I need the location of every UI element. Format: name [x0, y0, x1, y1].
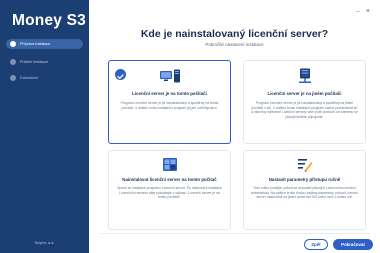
- card-description: Spustí se instalace programu Licenční se…: [117, 186, 222, 200]
- continue-button[interactable]: Pokračovat: [333, 239, 373, 250]
- page-subtitle: Pokročilé nastavení instalace: [205, 42, 264, 47]
- page-title: Kde je nainstalovaný licenční server?: [140, 28, 329, 40]
- step-progress: Průběh instalace: [6, 57, 83, 67]
- check-icon: [115, 69, 126, 80]
- app-logo: Money S3: [12, 12, 86, 29]
- card-description: Program Licenční server je již nainstalo…: [251, 101, 358, 119]
- card-description: Program Licenční server je již nainstalo…: [120, 101, 219, 110]
- option-card-remote-server[interactable]: Licenční server je na jiném počítači Pro…: [243, 60, 366, 144]
- network-server-icon: [298, 68, 312, 89]
- step-active-dot-icon: [10, 41, 16, 47]
- option-card-manual[interactable]: Nastavit parametry přístupu ručně Tuto v…: [243, 150, 366, 230]
- step-dot-icon: [10, 59, 16, 65]
- step-label: Dokončení: [20, 76, 39, 80]
- card-title: Licenční server je na tomto počítači: [132, 91, 207, 96]
- card-description: Tuto volbu použijte, pokud se nepodaří p…: [250, 186, 359, 200]
- option-card-local-server[interactable]: Licenční server je na tomto počítači Pro…: [108, 60, 231, 144]
- sidebar-footer: Seyfor, a.s.: [34, 240, 55, 245]
- close-icon[interactable]: ×: [366, 8, 370, 15]
- install-server-icon: [162, 157, 178, 177]
- step-label: Průběh instalace: [20, 60, 49, 64]
- back-button[interactable]: Zpět: [304, 239, 328, 250]
- option-card-install-server[interactable]: Nainstalovat licenční server na tomto po…: [108, 150, 231, 230]
- card-title: Nainstalovat licenční server na tomto po…: [122, 177, 217, 182]
- footer-divider: [100, 233, 370, 234]
- step-label: Příprava instalace: [20, 42, 51, 46]
- manual-settings-icon: [297, 157, 313, 177]
- minimize-icon[interactable]: –: [356, 8, 360, 15]
- sidebar: Money S3 Příprava instalace Průběh insta…: [0, 0, 89, 253]
- server-monitor-icon: [159, 69, 181, 88]
- step-dot-icon: [10, 75, 16, 81]
- card-title: Licenční server je na jiném počítači: [267, 91, 342, 96]
- step-finish: Dokončení: [6, 73, 83, 83]
- window-controls: – ×: [356, 8, 370, 15]
- card-title: Nastavit parametry přístupu ručně: [268, 177, 341, 182]
- step-preparation: Příprava instalace: [6, 39, 83, 49]
